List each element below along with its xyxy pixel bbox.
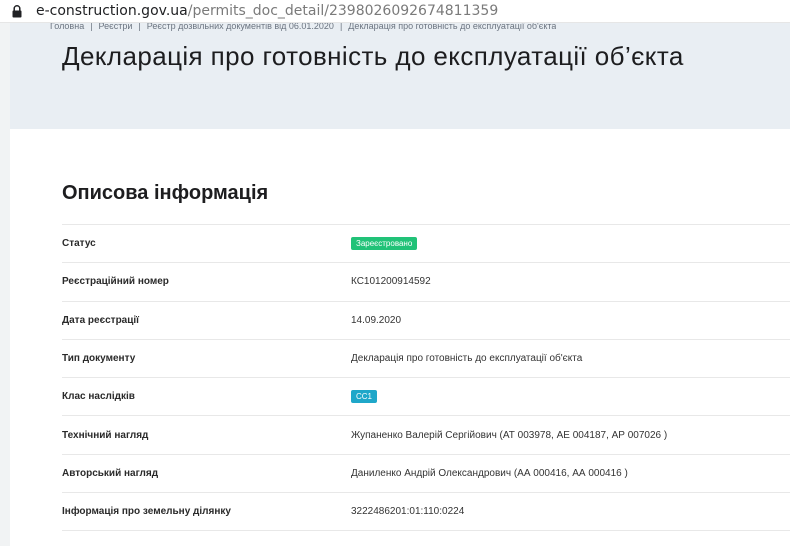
row-value: Жупаненко Валерій Сергійович (АТ 003978,…: [351, 429, 668, 441]
row-label: Авторський нагляд: [62, 467, 159, 479]
status-badge: Зареєстровано: [351, 237, 418, 251]
row-label: Технічний нагляд: [62, 429, 149, 441]
row-label: Статус: [62, 238, 96, 250]
page-content: Головна | Реєстри | Реєстр дозвільних до…: [10, 23, 790, 546]
breadcrumb-registries[interactable]: Реєстри: [99, 23, 133, 31]
row-registration-date: Дата реєстрації 14.09.2020: [62, 302, 790, 340]
page-header: Головна | Реєстри | Реєстр дозвільних до…: [10, 23, 790, 129]
row-status: Статус Зареєстровано: [62, 225, 790, 264]
row-value: Даниленко Андрій Олександрович (АА 00041…: [351, 467, 628, 479]
row-label: Клас наслідків: [62, 391, 135, 403]
row-author-supervision: Авторський нагляд Даниленко Андрій Олекс…: [62, 455, 790, 494]
section-title: Описова інформація: [62, 182, 269, 204]
page-viewport: Головна | Реєстри | Реєстр дозвільних до…: [0, 23, 790, 546]
row-value: КС101200914592: [351, 276, 431, 288]
breadcrumb-separator: |: [138, 23, 141, 31]
row-value: 14.09.2020: [351, 314, 402, 326]
row-document-type: Тип документу Декларація про готовність …: [62, 340, 790, 379]
row-value: 3222486201:01:110:0224: [351, 506, 465, 518]
breadcrumb-home[interactable]: Головна: [50, 23, 84, 31]
page-title: Декларація про готовність до експлуатаці…: [62, 41, 684, 71]
row-label: Тип документу: [62, 353, 136, 365]
url-host: e-construction.gov.ua: [36, 3, 188, 19]
row-label: Реєстраційний номер: [62, 276, 169, 288]
info-table: Статус Зареєстровано Реєстраційний номер…: [62, 224, 790, 532]
row-registration-number: Реєстраційний номер КС101200914592: [62, 263, 790, 302]
row-label: Дата реєстрації: [62, 314, 139, 326]
address-bar[interactable]: e-construction.gov.ua /permits_doc_detai…: [0, 0, 790, 23]
url-path: /permits_doc_detail/2398026092674811359: [187, 3, 499, 19]
lock-icon[interactable]: [12, 4, 22, 18]
row-value: Зареєстровано: [351, 237, 418, 251]
row-value: СС1: [351, 390, 378, 404]
breadcrumb: Головна | Реєстри | Реєстр дозвільних до…: [50, 23, 556, 31]
row-value: Декларація про готовність до експлуатаці…: [351, 353, 583, 365]
row-consequence-class: Клас наслідків СС1: [62, 378, 790, 417]
breadcrumb-separator: |: [90, 23, 93, 31]
class-badge: СС1: [351, 390, 378, 404]
row-land-plot-info: Інформація про земельну ділянку 32224862…: [62, 493, 790, 532]
row-technical-supervision: Технічний нагляд Жупаненко Валерій Сергі…: [62, 416, 790, 455]
browser-window: e-construction.gov.ua /permits_doc_detai…: [0, 0, 790, 546]
breadcrumb-current: Декларація про готовність до експлуатаці…: [348, 23, 557, 31]
row-label: Інформація про земельну ділянку: [62, 506, 231, 518]
breadcrumb-permits-registry[interactable]: Реєстр дозвільних документів від 06.01.2…: [147, 23, 334, 31]
breadcrumb-separator: |: [339, 23, 343, 31]
